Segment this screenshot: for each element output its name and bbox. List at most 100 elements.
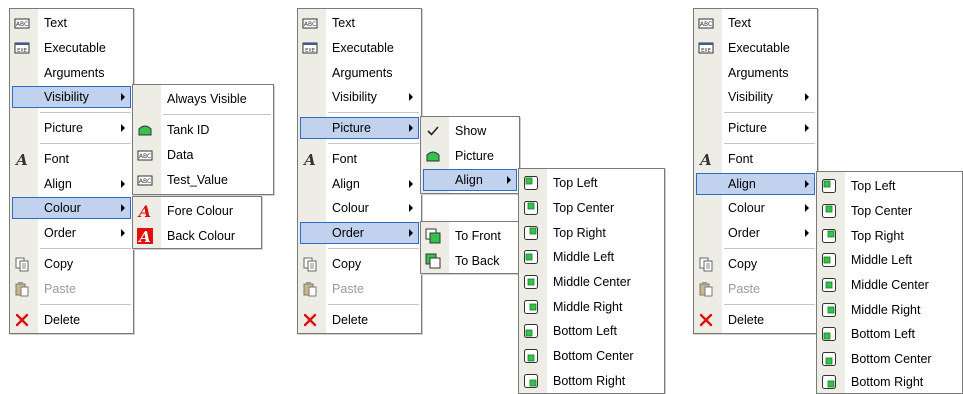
picture-submenu: Show Picture Align (420, 116, 520, 194)
menu-item-text[interactable]: ABC Text (12, 12, 131, 34)
menu-item-paste[interactable]: Paste (12, 278, 131, 300)
menu-item-copy[interactable]: Copy (12, 253, 131, 275)
menu-item-top-left[interactable]: Top Left (521, 172, 662, 194)
menu-item-order[interactable]: Order (12, 222, 131, 244)
menu-item-order[interactable]: Order (696, 222, 815, 244)
menu-item-bottom-center[interactable]: Bottom Center (819, 348, 960, 370)
menu-item-picture[interactable]: Picture (300, 117, 419, 139)
menu-item-middle-right[interactable]: Middle Right (521, 296, 662, 318)
menu-item-delete[interactable]: Delete (696, 309, 815, 331)
text-icon: ABC (137, 147, 153, 163)
menu-item-show[interactable]: Show (423, 120, 517, 142)
delete-icon (698, 312, 714, 328)
align-middle-left-icon (523, 249, 539, 265)
menu-item-fore-colour[interactable]: A Fore Colour (135, 200, 259, 222)
menu-item-text[interactable]: ABC Text (696, 12, 815, 34)
align-top-left-icon (821, 178, 837, 194)
menu-item-text[interactable]: ABC Text (300, 12, 419, 34)
menu-item-align[interactable]: Align (423, 169, 517, 191)
back-colour-icon: A (137, 228, 153, 244)
align-submenu-3: Top Left Top Center Top Right Middle Lef… (816, 171, 963, 394)
align-top-left-icon (523, 175, 539, 191)
menu-item-align[interactable]: Align (12, 173, 131, 195)
menu-item-back-colour[interactable]: A Back Colour (135, 225, 259, 247)
to-front-icon (425, 228, 441, 244)
menu-item-picture[interactable]: Picture (12, 117, 131, 139)
menu-item-visibility[interactable]: Visibility (696, 86, 815, 108)
align-submenu-2: Top Left Top Center Top Right Middle Lef… (518, 168, 665, 394)
align-bottom-center-icon (821, 351, 837, 367)
menu-item-top-center[interactable]: Top Center (819, 200, 960, 222)
separator (163, 114, 271, 115)
menu-item-top-right[interactable]: Top Right (819, 225, 960, 247)
menu-item-bottom-center[interactable]: Bottom Center (521, 345, 662, 367)
menu-item-middle-left[interactable]: Middle Left (819, 249, 960, 271)
text-icon: ABC (137, 172, 153, 188)
menu-item-align[interactable]: Align (696, 173, 815, 195)
menu-item-bottom-right[interactable]: Bottom Right (521, 370, 662, 392)
paste-icon (698, 281, 714, 297)
separator (40, 248, 131, 249)
menu-item-arguments[interactable]: Arguments (300, 62, 419, 84)
menu-item-visibility[interactable]: Visibility (300, 86, 419, 108)
menu-item-copy[interactable]: Copy (300, 253, 419, 275)
text-icon: ABC (14, 15, 30, 31)
menu-item-paste[interactable]: Paste (696, 278, 815, 300)
submenu-arrow-icon (507, 176, 511, 184)
menu-item-font[interactable]: A Font (696, 148, 815, 170)
menu-item-arguments[interactable]: Arguments (696, 62, 815, 84)
menu-item-to-back[interactable]: To Back (423, 250, 517, 272)
menu-item-colour[interactable]: Colour (696, 197, 815, 219)
align-top-right-icon (821, 228, 837, 244)
menu-item-font[interactable]: A Font (12, 148, 131, 170)
delete-icon (14, 312, 30, 328)
font-icon: A (698, 151, 714, 167)
separator (40, 112, 131, 113)
align-bottom-center-icon (523, 348, 539, 364)
menu-item-test-value[interactable]: ABC Test_Value (135, 169, 271, 191)
menu-item-tank-id[interactable]: Tank ID (135, 119, 271, 141)
menu-item-middle-left[interactable]: Middle Left (521, 246, 662, 268)
menu-item-always-visible[interactable]: Always Visible (135, 88, 271, 110)
submenu-arrow-icon (805, 180, 809, 188)
align-top-center-icon (523, 200, 539, 216)
menu-item-bottom-left[interactable]: Bottom Left (521, 320, 662, 342)
menu-item-align[interactable]: Align (300, 173, 419, 195)
menu-item-executable[interactable]: EXE Executable (12, 37, 131, 59)
context-menu-2: ABC Text EXE Executable Arguments Visibi… (297, 8, 422, 334)
separator (328, 248, 419, 249)
menu-item-middle-center[interactable]: Middle Center (819, 274, 960, 296)
menu-item-delete[interactable]: Delete (300, 309, 419, 331)
menu-item-picture[interactable]: Picture (423, 145, 517, 167)
to-back-icon (425, 253, 441, 269)
menu-item-executable[interactable]: EXE Executable (696, 37, 815, 59)
menu-item-paste[interactable]: Paste (300, 278, 419, 300)
visibility-submenu: Always Visible Tank ID ABC Data ABC Test… (132, 84, 274, 195)
menu-item-bottom-left[interactable]: Bottom Left (819, 323, 960, 345)
menu-item-colour[interactable]: Colour (12, 197, 131, 219)
svg-text:ABC: ABC (139, 178, 151, 185)
menu-item-top-left[interactable]: Top Left (819, 175, 960, 197)
menu-item-executable[interactable]: EXE Executable (300, 37, 419, 59)
menu-item-arguments[interactable]: Arguments (12, 62, 131, 84)
separator (724, 143, 815, 144)
menu-item-visibility[interactable]: Visibility (12, 86, 131, 108)
svg-text:ABC: ABC (139, 153, 151, 160)
menu-item-delete[interactable]: Delete (12, 309, 131, 331)
submenu-arrow-icon (121, 180, 125, 188)
menu-item-middle-right[interactable]: Middle Right (819, 299, 960, 321)
menu-item-order[interactable]: Order (300, 222, 419, 244)
menu-item-picture[interactable]: Picture (696, 117, 815, 139)
menu-item-middle-center[interactable]: Middle Center (521, 271, 662, 293)
menu-item-copy[interactable]: Copy (696, 253, 815, 275)
menu-item-top-center[interactable]: Top Center (521, 197, 662, 219)
menu-item-top-right[interactable]: Top Right (521, 222, 662, 244)
menu-item-bottom-right[interactable]: Bottom Right (819, 371, 960, 393)
menu-item-font[interactable]: A Font (300, 148, 419, 170)
menu-item-data[interactable]: ABC Data (135, 144, 271, 166)
menu-item-colour[interactable]: Colour (300, 197, 419, 219)
separator (328, 112, 419, 113)
submenu-arrow-icon (805, 229, 809, 237)
menu-item-to-front[interactable]: To Front (423, 225, 517, 247)
text-icon: ABC (698, 15, 714, 31)
